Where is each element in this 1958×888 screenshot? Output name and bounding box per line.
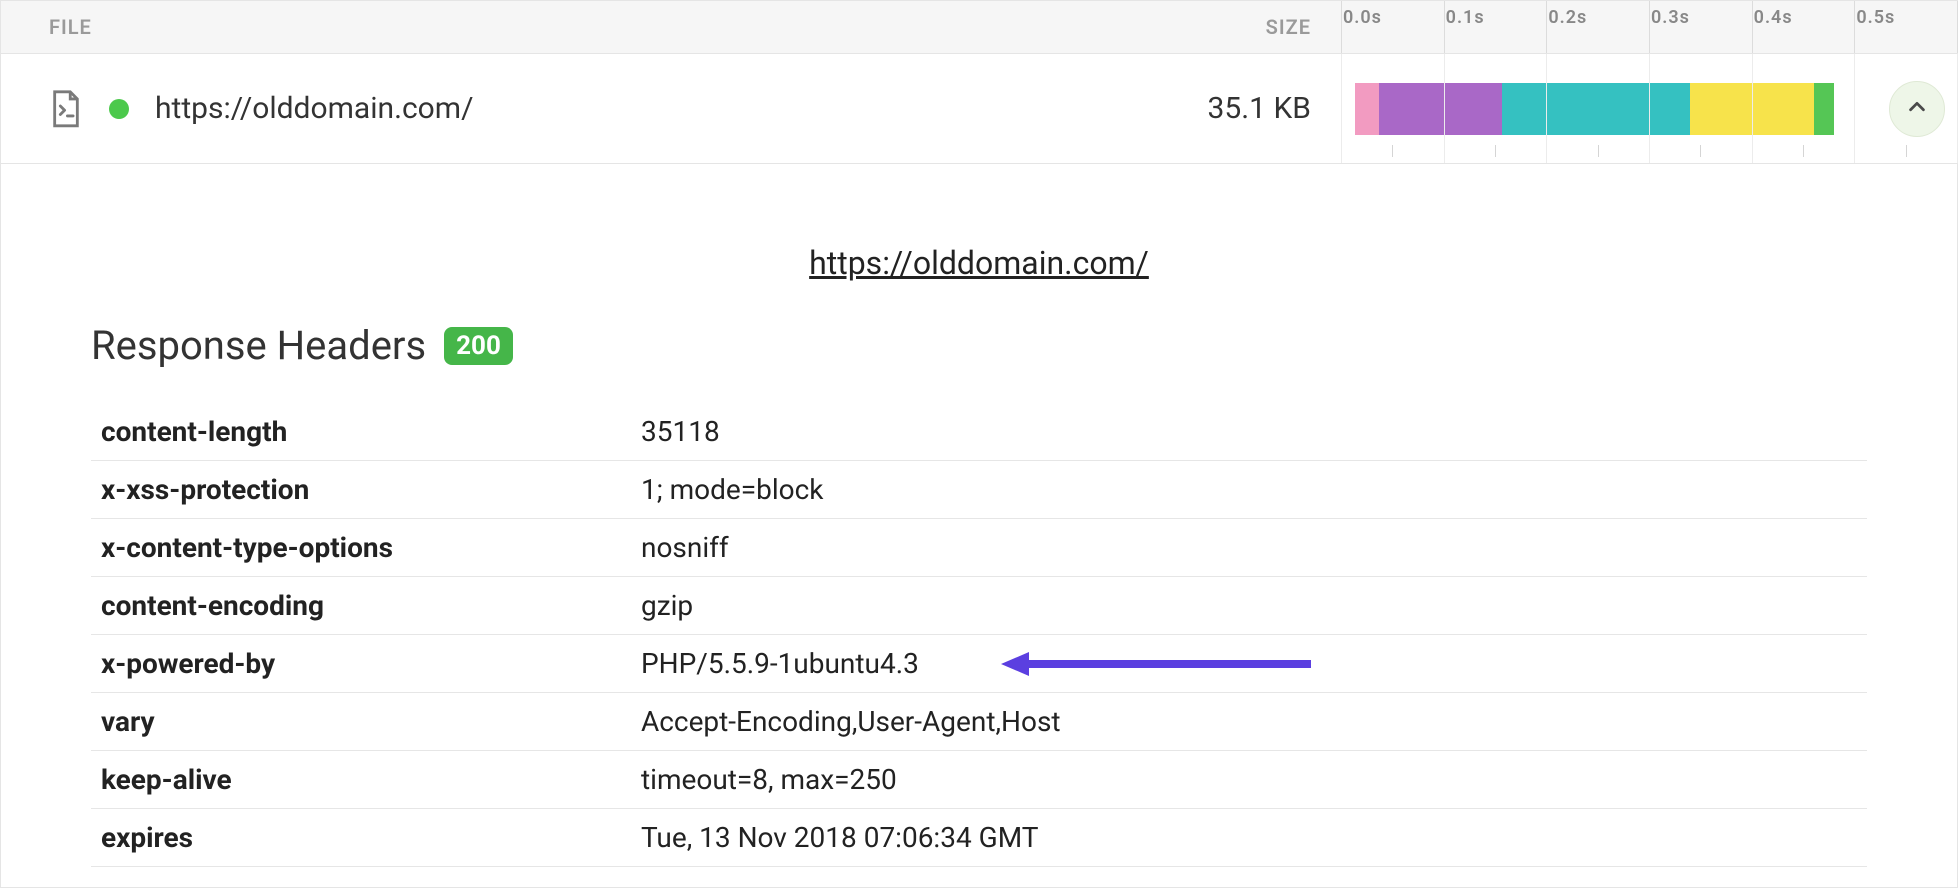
header-name: content-length [91, 403, 631, 461]
timeline-tick-label: 0.1s [1446, 7, 1485, 28]
timeline-tick-label: 0.2s [1548, 7, 1587, 28]
status-dot-icon [109, 99, 129, 119]
waterfall-segment-teal [1502, 83, 1690, 135]
header-name: content-encoding [91, 577, 631, 635]
network-panel: FILE SIZE 0.0s0.1s0.2s0.3s0.4s0.5s0.6 ht… [0, 0, 1958, 888]
request-timeline [1341, 54, 1957, 163]
response-headers-title: Response Headers [91, 322, 426, 369]
header-value: Accept-Encoding,User-Agent,Host [631, 693, 1867, 751]
header-name: expires [91, 809, 631, 867]
table-header: FILE SIZE 0.0s0.1s0.2s0.3s0.4s0.5s0.6 [1, 0, 1957, 54]
timeline-tick-label: 0.4s [1754, 7, 1793, 28]
column-header-file[interactable]: FILE [1, 15, 1071, 39]
timeline-tick-label: 0.3s [1651, 7, 1690, 28]
header-row: content-length35118 [91, 403, 1867, 461]
header-row: x-content-type-optionsnosniff [91, 519, 1867, 577]
response-headers-title-row: Response Headers 200 [91, 322, 1867, 369]
response-headers-table: content-length35118x-xss-protection1; mo… [91, 403, 1867, 867]
waterfall-segment-green [1814, 83, 1834, 135]
request-row[interactable]: https://olddomain.com/ 35.1 KB [1, 54, 1957, 164]
timeline-tick-label: 0.0s [1343, 7, 1382, 28]
header-row: content-encodinggzip [91, 577, 1867, 635]
header-value: nosniff [631, 519, 1867, 577]
document-icon [49, 89, 83, 129]
header-name: x-content-type-options [91, 519, 631, 577]
waterfall-segment-pink [1355, 83, 1379, 135]
request-url: https://olddomain.com/ [155, 91, 473, 126]
request-details: https://olddomain.com/ Response Headers … [1, 164, 1957, 887]
header-name: x-powered-by [91, 635, 631, 693]
header-name: x-xss-protection [91, 461, 631, 519]
header-value: timeout=8, max=250 [631, 751, 1867, 809]
header-name: keep-alive [91, 751, 631, 809]
header-value: 1; mode=block [631, 461, 1867, 519]
status-badge: 200 [444, 327, 513, 365]
column-header-size[interactable]: SIZE [1071, 15, 1341, 39]
header-row: x-powered-byPHP/5.5.9-1ubuntu4.3 [91, 635, 1867, 693]
header-value: 35118 [631, 403, 1867, 461]
header-row: expiresTue, 13 Nov 2018 07:06:34 GMT [91, 809, 1867, 867]
header-value: gzip [631, 577, 1867, 635]
header-row: varyAccept-Encoding,User-Agent,Host [91, 693, 1867, 751]
collapse-button[interactable] [1889, 81, 1945, 137]
detail-url-link[interactable]: https://olddomain.com/ [91, 244, 1867, 282]
header-row: x-xss-protection1; mode=block [91, 461, 1867, 519]
request-size: 35.1 KB [1071, 91, 1341, 126]
column-header-timeline: 0.0s0.1s0.2s0.3s0.4s0.5s0.6 [1341, 1, 1957, 53]
header-row: keep-alivetimeout=8, max=250 [91, 751, 1867, 809]
header-name: vary [91, 693, 631, 751]
waterfall-segment-purple [1379, 83, 1502, 135]
header-value: Tue, 13 Nov 2018 07:06:34 GMT [631, 809, 1867, 867]
waterfall-segment-blank [1341, 83, 1355, 135]
annotation-arrow-icon [1001, 649, 1311, 679]
chevron-up-icon [1906, 91, 1928, 126]
timeline-tick-label: 0.5s [1856, 7, 1895, 28]
header-value: PHP/5.5.9-1ubuntu4.3 [631, 635, 1867, 693]
